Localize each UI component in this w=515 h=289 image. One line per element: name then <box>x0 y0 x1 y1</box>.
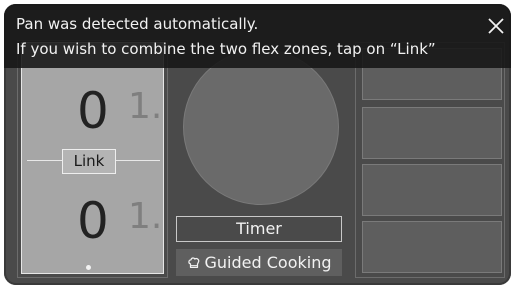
front-zone-next-level: 1. <box>128 86 163 127</box>
rear-zone-power-level[interactable]: 0 <box>77 196 109 246</box>
round-cooking-zone[interactable] <box>183 49 339 205</box>
front-zone-power-level[interactable]: 0 <box>77 86 109 136</box>
notification-line-1: Pan was detected automatically. <box>16 15 259 33</box>
guided-cooking-label: Guided Cooking <box>204 253 332 272</box>
right-zone-slot[interactable] <box>362 107 502 159</box>
link-button[interactable]: Link <box>62 149 116 174</box>
pan-position-dot <box>86 265 91 270</box>
timer-button[interactable]: Timer <box>176 216 342 242</box>
right-zone-slot[interactable] <box>362 221 502 273</box>
close-icon[interactable] <box>484 14 508 38</box>
link-divider-left <box>27 160 63 161</box>
pan-detected-notification: Pan was detected automatically. If you w… <box>4 4 511 68</box>
right-zone-slot[interactable] <box>362 164 502 216</box>
link-divider-right <box>116 160 160 161</box>
rear-zone-next-level: 1. <box>128 196 163 237</box>
chef-hat-icon <box>187 257 199 268</box>
guided-cooking-button[interactable]: Guided Cooking <box>176 249 342 276</box>
notification-line-2: If you wish to combine the two flex zone… <box>16 40 436 58</box>
